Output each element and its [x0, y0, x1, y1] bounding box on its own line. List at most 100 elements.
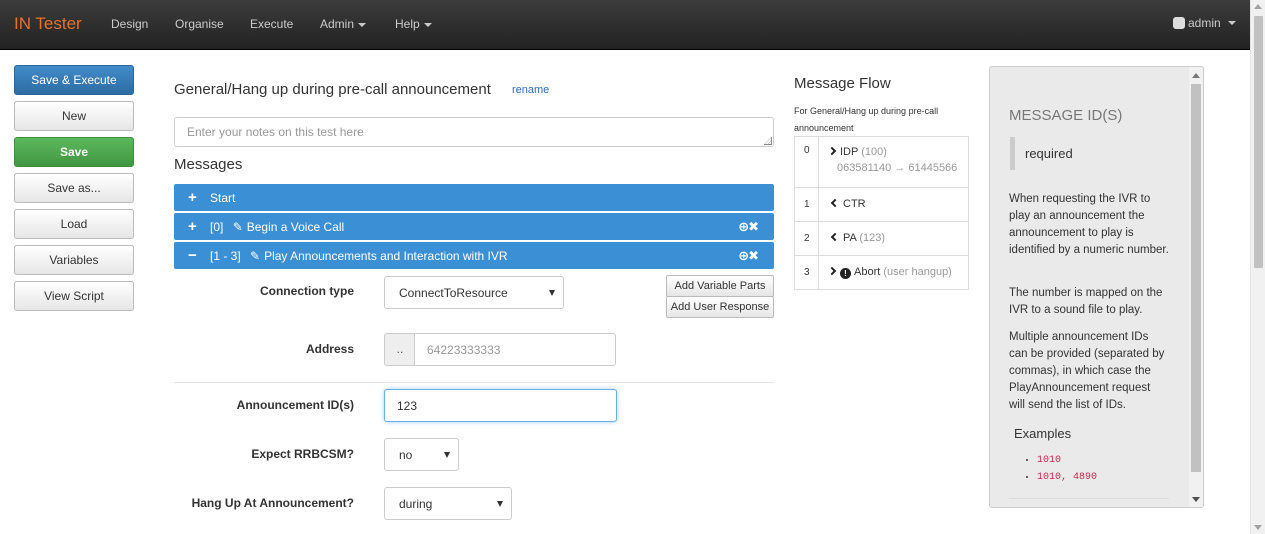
message-bar-label: Play Announcements and Interaction with …: [264, 248, 508, 263]
message-bar-label: Start: [210, 190, 236, 205]
add-delete-icons[interactable]: ⊕✖: [738, 219, 759, 235]
flow-row[interactable]: 2 PA (123): [795, 221, 968, 255]
message-flow-table: 0 IDP (100) 063581140 → 61445566 1 CTR 2…: [794, 136, 969, 290]
nav-design[interactable]: Design: [111, 17, 148, 31]
flow-row[interactable]: 1 CTR: [795, 187, 968, 221]
caret-down-icon: [358, 22, 367, 27]
divider: [174, 382, 774, 383]
scroll-down-icon[interactable]: [1254, 525, 1262, 530]
chevron-right-icon: [827, 146, 837, 156]
expect-rrbcsm-label: Expect RRBCSM?: [251, 447, 354, 461]
chevron-left-icon: [830, 198, 840, 208]
connection-type-select[interactable]: ConnectToResource: [384, 276, 564, 309]
connection-type-value: ConnectToResource: [399, 286, 508, 300]
flow-index: 3: [795, 256, 819, 289]
dropdown-arrow-icon: [549, 290, 555, 296]
nav-execute[interactable]: Execute: [250, 17, 293, 31]
help-title: MESSAGE ID(S): [1009, 107, 1123, 124]
announcement-ids-input[interactable]: 123: [384, 389, 617, 422]
nav-organise[interactable]: Organise: [175, 17, 224, 31]
dropdown-arrow-icon: [444, 452, 450, 458]
expect-rrbcsm-value: no: [399, 448, 413, 462]
scroll-thumb[interactable]: [1254, 16, 1263, 268]
nav-help-label: Help: [395, 17, 420, 31]
connection-type-label: Connection type: [259, 284, 354, 298]
save-as-button[interactable]: Save as...: [14, 173, 134, 203]
nav-help[interactable]: Help: [395, 17, 432, 31]
flow-row[interactable]: 3 ! Abort (user hangup): [795, 255, 968, 289]
pencil-icon[interactable]: ✎: [250, 249, 260, 263]
view-script-button[interactable]: View Script: [14, 281, 134, 311]
message-bar-play-announcements[interactable]: − [1 - 3] ✎ Play Announcements and Intera…: [174, 242, 774, 269]
nav-admin-label: Admin: [320, 17, 355, 31]
message-bar-begin-call[interactable]: + [0] ✎ Begin a Voice Call ⊕✖: [174, 213, 774, 240]
plus-icon: +: [188, 189, 197, 206]
minus-icon: −: [188, 247, 197, 264]
message-flow-subtitle: For General/Hang up during pre-call anno…: [794, 106, 939, 133]
dropdown-arrow-icon: [497, 501, 503, 507]
avatar: [1173, 17, 1185, 29]
examples-list: 1010 1010, 4890: [1037, 455, 1097, 489]
example-item: 1010, 4890: [1037, 472, 1097, 483]
caret-down-icon: [423, 22, 432, 27]
pencil-icon[interactable]: ✎: [233, 220, 243, 234]
help-paragraph: Multiple announcement IDs can be provide…: [1009, 331, 1165, 411]
add-delete-icons[interactable]: ⊕✖: [738, 248, 759, 264]
message-flow-title: Message Flow: [794, 75, 891, 92]
message-bar-index: [1 - 3]: [210, 248, 245, 263]
examples-heading: Examples: [1014, 426, 1072, 441]
help-paragraph: When requesting the IVR to play an annou…: [1009, 193, 1169, 256]
caret-down-icon: [1227, 21, 1236, 25]
new-button[interactable]: New: [14, 101, 134, 131]
resize-grip-icon[interactable]: [764, 137, 772, 145]
load-button[interactable]: Load: [14, 209, 134, 239]
hangup-select[interactable]: during: [384, 487, 512, 520]
page-title: General/Hang up during pre-call announce…: [174, 81, 491, 98]
announcement-ids-label: Announcement ID(s): [236, 398, 354, 412]
address-input[interactable]: 64223333333: [414, 333, 616, 366]
example-item: 1010: [1037, 455, 1097, 466]
message-bar-start[interactable]: + Start: [174, 184, 774, 211]
notes-textarea[interactable]: Enter your notes on this test here: [174, 117, 774, 147]
add-variable-parts-button[interactable]: Add Variable Parts: [666, 275, 774, 297]
message-bar-label: Begin a Voice Call: [246, 219, 345, 234]
flow-index: 2: [795, 222, 819, 255]
address-label: Address: [305, 342, 354, 356]
messages-heading: Messages: [174, 156, 243, 173]
flow-detail: 063581140 → 61445566: [837, 162, 958, 174]
flow-extra: (user hangup): [883, 266, 952, 278]
flow-row[interactable]: 0 IDP (100) 063581140 → 61445566: [795, 137, 968, 187]
scroll-up-icon[interactable]: [1192, 73, 1200, 78]
address-prefix-button[interactable]: ..: [384, 333, 415, 366]
message-bar-index: [0]: [210, 219, 227, 234]
scroll-up-icon[interactable]: [1254, 4, 1262, 9]
rename-link[interactable]: rename: [512, 84, 549, 96]
exclamation-circle-icon: !: [840, 268, 851, 279]
help-scrollbar[interactable]: [1189, 67, 1203, 507]
chevron-left-icon: [830, 232, 840, 242]
save-execute-button[interactable]: Save & Execute: [14, 65, 134, 95]
page-scrollbar[interactable]: [1250, 0, 1265, 534]
add-user-response-button[interactable]: Add User Response: [666, 296, 774, 318]
divider: [1009, 498, 1169, 499]
help-paragraph: The number is mapped on the IVR to a sou…: [1009, 287, 1163, 316]
nav-admin[interactable]: Admin: [320, 17, 367, 31]
flow-extra: (123): [859, 232, 886, 244]
scroll-down-icon[interactable]: [1192, 497, 1200, 502]
user-name: admin: [1188, 16, 1221, 30]
notes-placeholder: Enter your notes on this test here: [187, 125, 364, 139]
flow-name: CTR: [843, 198, 866, 210]
hangup-label: Hang Up At Announcement?: [191, 496, 354, 510]
user-menu[interactable]: admin: [1173, 16, 1236, 30]
expect-rrbcsm-select[interactable]: no: [384, 438, 459, 471]
flow-name: PA: [843, 232, 857, 244]
variables-button[interactable]: Variables: [14, 245, 134, 275]
flow-index: 1: [795, 188, 819, 221]
save-button[interactable]: Save: [14, 137, 134, 167]
flow-extra: (100): [861, 146, 887, 158]
flow-index: 0: [795, 137, 819, 187]
scroll-thumb[interactable]: [1191, 84, 1201, 472]
brand-logo[interactable]: IN Tester: [14, 14, 82, 34]
plus-icon: +: [188, 218, 197, 235]
navbar: IN Tester Design Organise Execute Admin …: [0, 0, 1250, 50]
